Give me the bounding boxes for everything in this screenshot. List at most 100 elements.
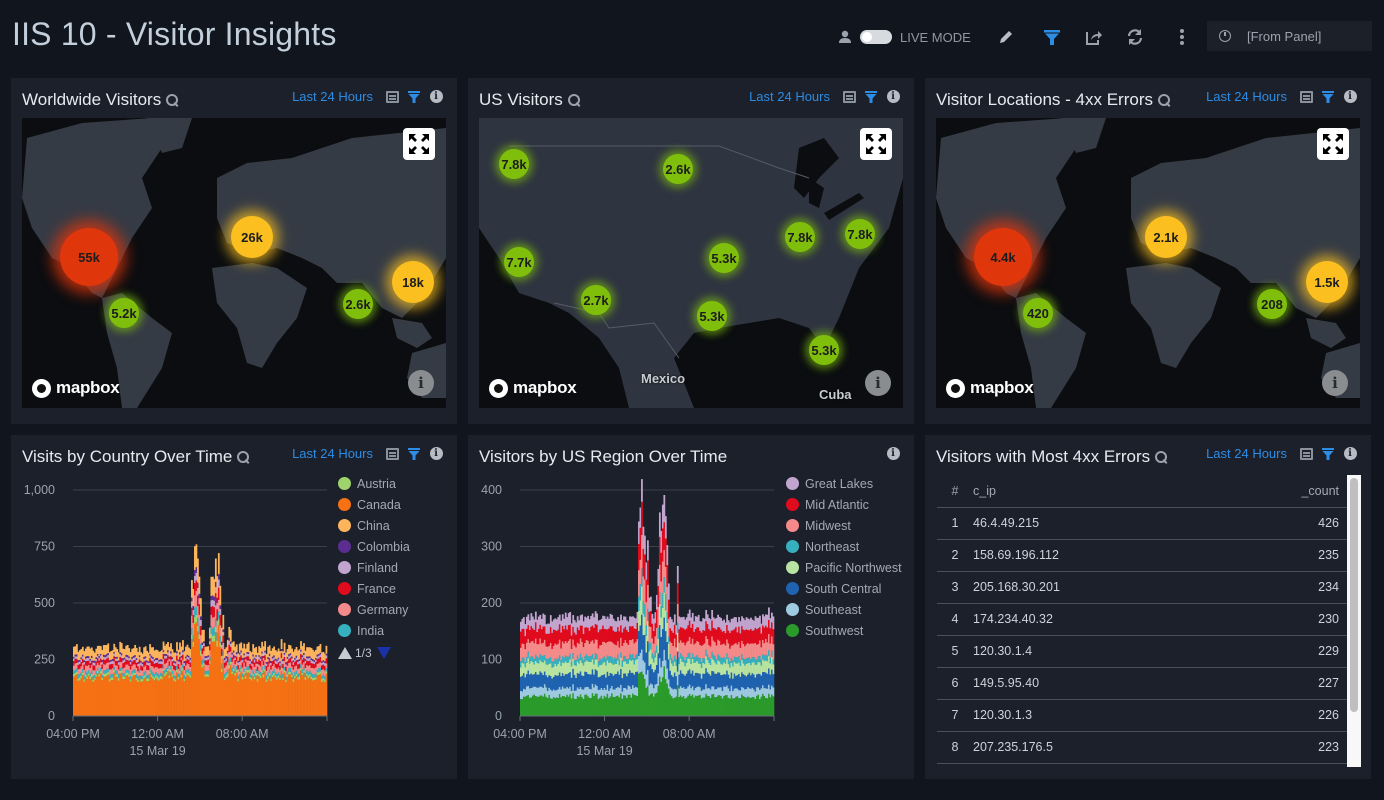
map-cluster[interactable]: 7.8k	[785, 222, 815, 252]
panel-time-range[interactable]: Last 24 Hours	[749, 89, 830, 104]
map-cluster[interactable]: 2.6k	[663, 154, 693, 184]
info-button[interactable]: i	[429, 90, 443, 104]
table-row[interactable]: 8 207.235.176.5 223	[937, 731, 1347, 764]
map-attribution-info-button[interactable]: i	[1322, 370, 1348, 396]
info-button[interactable]: i	[1343, 90, 1357, 104]
zoom-in-icon[interactable]	[1154, 450, 1168, 464]
mapbox-logo[interactable]: mapbox	[946, 378, 1034, 398]
time-range-picker[interactable]: [From Panel]	[1207, 21, 1372, 51]
column-header-rank[interactable]: #	[937, 475, 973, 508]
map-cluster[interactable]: 55k	[60, 228, 118, 286]
zoom-in-icon[interactable]	[236, 450, 250, 464]
panel-filter-button[interactable]	[407, 447, 421, 461]
map-attribution-info-button[interactable]: i	[408, 370, 434, 396]
row-rank: 6	[937, 667, 973, 700]
copy-button[interactable]	[385, 90, 399, 104]
share-button[interactable]	[1085, 26, 1103, 48]
legend-item[interactable]: India	[338, 620, 410, 641]
table-row[interactable]: 3 205.168.30.201 234	[937, 571, 1347, 604]
info-button[interactable]: i	[429, 447, 443, 461]
legend-next-page-icon[interactable]	[376, 647, 391, 659]
live-mode-control[interactable]: LIVE MODE	[838, 26, 971, 48]
table-row[interactable]: 6 149.5.95.40 227	[937, 667, 1347, 700]
mapbox-logo[interactable]: mapbox	[32, 378, 120, 398]
live-mode-toggle[interactable]	[860, 30, 892, 44]
map-cluster[interactable]: 2.7k	[581, 285, 611, 315]
map-cluster[interactable]: 26k	[231, 216, 273, 258]
table-row[interactable]: 5 120.30.1.4 229	[937, 635, 1347, 668]
legend-item[interactable]: France	[338, 578, 410, 599]
us-map[interactable]: 7.8k 2.6k 7.8k 7.8k 7.7k 5.3k 2.7k 5.3k …	[479, 118, 903, 408]
fullscreen-button[interactable]	[1317, 128, 1349, 160]
zoom-in-icon[interactable]	[567, 93, 581, 107]
panel-time-range[interactable]: Last 24 Hours	[1206, 446, 1287, 461]
panel-time-range[interactable]: Last 24 Hours	[292, 446, 373, 461]
fullscreen-button[interactable]	[860, 128, 892, 160]
map-cluster[interactable]: 1.5k	[1306, 261, 1348, 303]
copy-button[interactable]	[1299, 90, 1313, 104]
world-map[interactable]: 55k 26k 18k 5.2k 2.6k mapbox i	[22, 118, 446, 408]
map-cluster[interactable]: 4.4k	[974, 228, 1032, 286]
table-row[interactable]: 2 158.69.196.112 235	[937, 539, 1347, 572]
legend-item[interactable]: Finland	[338, 557, 410, 578]
more-button[interactable]	[1178, 26, 1186, 48]
legend-item[interactable]: Austria	[338, 473, 410, 494]
table-row[interactable]: 1 46.4.49.215 426	[937, 507, 1347, 540]
country-stacked-chart[interactable]: 0 250 500 750 1,000 04:00 PM 12:00 AM 08:00 AM 1…	[11, 475, 341, 775]
mapbox-logo[interactable]: mapbox	[489, 378, 577, 398]
map-cluster[interactable]: 7.8k	[499, 149, 529, 179]
map-cluster[interactable]: 208	[1257, 289, 1287, 319]
map-cluster[interactable]: 5.2k	[109, 298, 139, 328]
legend-item[interactable]: Northeast	[786, 536, 902, 557]
scrollbar-thumb[interactable]	[1350, 478, 1358, 712]
bar-segment	[666, 545, 669, 566]
legend-item[interactable]: South Central	[786, 578, 902, 599]
world-map[interactable]: 4.4k 2.1k 1.5k 420 208 mapbox i	[936, 118, 1360, 408]
legend-item[interactable]: Great Lakes	[786, 473, 902, 494]
legend-item[interactable]: Mid Atlantic	[786, 494, 902, 515]
column-header-c-ip[interactable]: c_ip	[973, 475, 1219, 508]
table-row[interactable]: 7 120.30.1.3 226	[937, 699, 1347, 732]
legend-item[interactable]: China	[338, 515, 410, 536]
map-cluster[interactable]: 2.1k	[1145, 216, 1187, 258]
table-scrollbar[interactable]	[1347, 475, 1361, 767]
copy-button[interactable]	[842, 90, 856, 104]
legend-item[interactable]: Southwest	[786, 620, 902, 641]
legend-item[interactable]: Pacific Northwest	[786, 557, 902, 578]
fullscreen-button[interactable]	[403, 128, 435, 160]
map-cluster[interactable]: 5.3k	[697, 301, 727, 331]
legend-item[interactable]: Colombia	[338, 536, 410, 557]
zoom-in-icon[interactable]	[165, 93, 179, 107]
map-cluster[interactable]: 7.7k	[504, 247, 534, 277]
map-cluster[interactable]: 18k	[392, 261, 434, 303]
panel-time-range[interactable]: Last 24 Hours	[292, 89, 373, 104]
region-stacked-chart[interactable]: 0 100 200 300 400 04:00 PM 12:00 AM 08:00 AM 15 …	[468, 475, 788, 775]
legend-prev-page-icon[interactable]	[338, 647, 352, 659]
map-cluster[interactable]: 5.3k	[709, 243, 739, 273]
table-row[interactable]: 4 174.234.40.32 230	[937, 603, 1347, 636]
panel-filter-button[interactable]	[864, 90, 878, 104]
copy-button[interactable]	[385, 447, 399, 461]
map-cluster[interactable]: 7.8k	[845, 219, 875, 249]
map-cluster[interactable]: 420	[1023, 298, 1053, 328]
panel-filter-button[interactable]	[1321, 90, 1335, 104]
info-button[interactable]: i	[886, 90, 900, 104]
map-cluster[interactable]: 5.3k	[809, 335, 839, 365]
legend-item[interactable]: Canada	[338, 494, 410, 515]
filter-button[interactable]	[1043, 26, 1061, 48]
map-cluster[interactable]: 2.6k	[343, 289, 373, 319]
legend-item[interactable]: Germany	[338, 599, 410, 620]
refresh-button[interactable]	[1126, 26, 1144, 48]
map-attribution-info-button[interactable]: i	[865, 370, 891, 396]
panel-filter-button[interactable]	[1321, 447, 1335, 461]
edit-button[interactable]	[997, 26, 1015, 48]
zoom-in-icon[interactable]	[1157, 93, 1171, 107]
info-button[interactable]: i	[1343, 447, 1357, 461]
copy-button[interactable]	[1299, 447, 1313, 461]
panel-time-range[interactable]: Last 24 Hours	[1206, 89, 1287, 104]
panel-filter-button[interactable]	[407, 90, 421, 104]
column-header-count[interactable]: _count	[1218, 475, 1347, 508]
info-button[interactable]: i	[886, 446, 900, 460]
legend-item[interactable]: Southeast	[786, 599, 902, 620]
legend-item[interactable]: Midwest	[786, 515, 902, 536]
